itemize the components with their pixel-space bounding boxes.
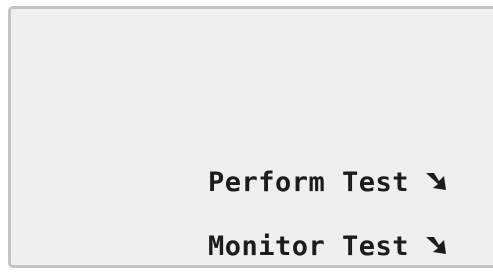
menu-item-label: Perform Test bbox=[208, 167, 410, 198]
enter-arrow-icon bbox=[423, 232, 453, 262]
menu-item-label: Monitor Test bbox=[208, 231, 410, 262]
lcd-display-panel: Perform Test Monitor Test bbox=[8, 6, 493, 268]
menu-item-monitor-test[interactable]: Monitor Test bbox=[208, 231, 453, 262]
menu-item-perform-test[interactable]: Perform Test bbox=[208, 167, 453, 198]
enter-arrow-icon bbox=[423, 168, 453, 198]
